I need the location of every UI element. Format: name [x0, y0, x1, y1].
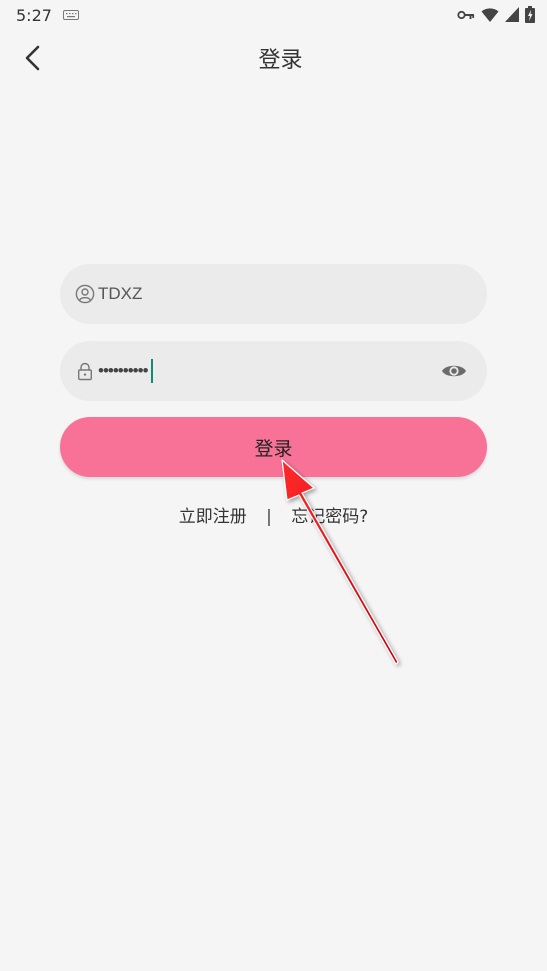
page-title: 登录: [258, 48, 303, 73]
wifi-icon: [481, 7, 499, 22]
forgot-password-link[interactable]: 忘记密码?: [291, 502, 368, 527]
login-button[interactable]: 登录: [60, 417, 487, 477]
status-bar: 5:27: [0, 0, 547, 30]
register-link[interactable]: 立即注册: [179, 502, 247, 527]
password-mask: ••••••••••: [98, 361, 149, 380]
lock-icon: [78, 362, 93, 381]
vpn-key-icon: [457, 10, 475, 19]
signal-icon: [505, 7, 519, 22]
auth-links: 立即注册 | 忘记密码?: [0, 502, 547, 527]
text-caret: [150, 359, 153, 383]
password-input[interactable]: ••••••••••: [98, 341, 438, 401]
keyboard-icon: [63, 10, 79, 20]
status-icons: [457, 6, 535, 23]
username-input[interactable]: TDXZ: [98, 264, 438, 324]
username-field[interactable]: TDXZ: [60, 264, 487, 324]
user-icon: [75, 284, 95, 304]
login-button-label: 登录: [254, 437, 293, 460]
annotation-arrow-icon: [281, 459, 399, 665]
battery-icon: [525, 6, 535, 23]
username-value: TDXZ: [98, 284, 143, 303]
links-separator: |: [266, 507, 272, 527]
password-field[interactable]: ••••••••••: [60, 341, 487, 401]
eye-icon[interactable]: [441, 359, 467, 383]
status-time: 5:27: [16, 6, 52, 25]
login-screen: 5:27 登录 TDXZ •••••••••• 登录 立即注册 | 忘记密码?: [0, 0, 547, 971]
